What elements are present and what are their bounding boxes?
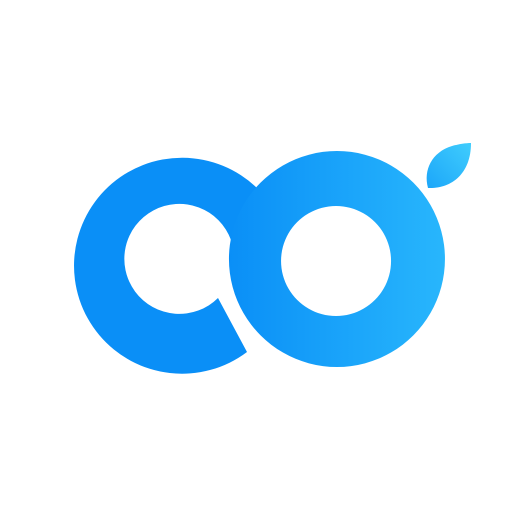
app-icon-canvas bbox=[0, 0, 512, 512]
infinity-leaf-logo-icon bbox=[74, 143, 471, 374]
right-ring-shape bbox=[228, 151, 445, 367]
leaf-shape bbox=[426, 143, 471, 189]
